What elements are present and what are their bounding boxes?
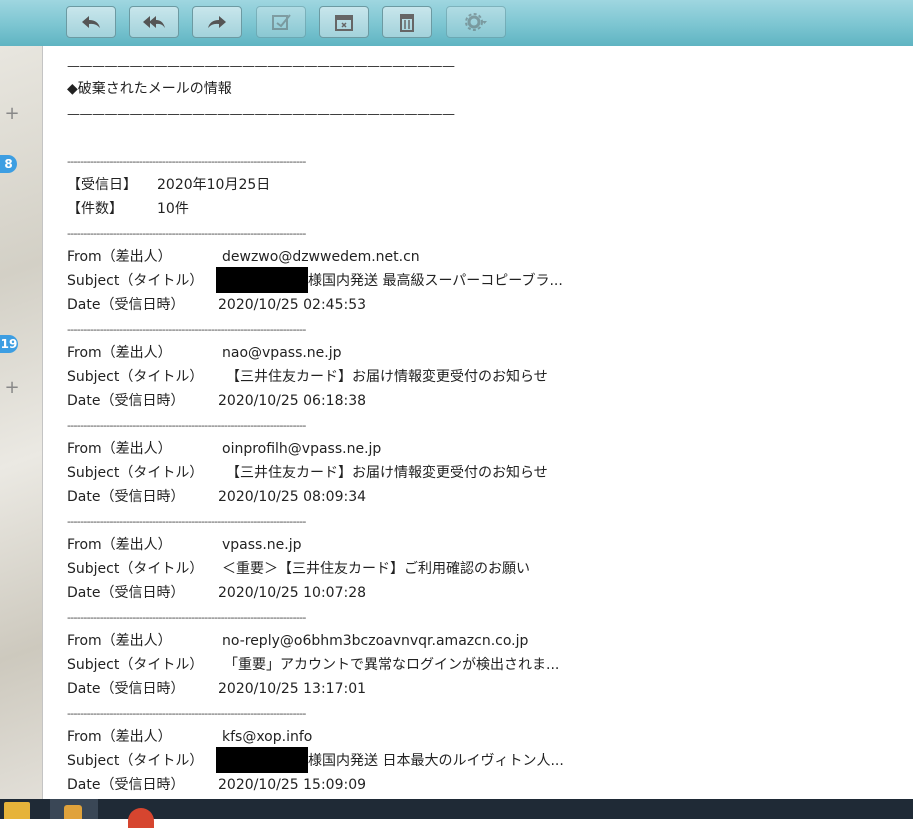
- active-app-icon[interactable]: [50, 799, 98, 819]
- unread-badge: 8: [0, 155, 17, 173]
- date-label: Date（受信日時）: [67, 681, 185, 697]
- date-value: 2020/10/25 02:45:53: [218, 297, 367, 313]
- unread-badge: 19: [0, 335, 18, 353]
- from-value: oinprofilh@vpass.ne.jp: [222, 441, 382, 457]
- separator: ----------------------------------------…: [67, 707, 306, 720]
- archive-icon: [335, 15, 353, 31]
- from-value: nao@vpass.ne.jp: [222, 345, 342, 361]
- subject-label: Subject（タイトル）: [67, 561, 204, 577]
- redaction-block: [216, 267, 308, 293]
- date-value: 2020/10/25 10:07:28: [218, 585, 367, 601]
- separator: ———————————————————————————————: [67, 59, 455, 74]
- from-label: From（差出人）: [67, 441, 172, 457]
- os-taskbar: [0, 799, 913, 828]
- redaction-block: [216, 747, 308, 773]
- subject-value: 【三井住友カード】お届け情報変更受付のお知らせ: [226, 465, 548, 481]
- received-label: 【受信日】: [67, 177, 137, 193]
- from-value: kfs@xop.info: [222, 729, 313, 745]
- browser-icon[interactable]: [128, 808, 154, 828]
- settings-button[interactable]: [446, 6, 506, 38]
- date-value: 2020/10/25 15:09:09: [218, 777, 367, 793]
- separator: ----------------------------------------…: [67, 323, 306, 336]
- edit-icon: [272, 14, 291, 30]
- separator: ----------------------------------------…: [67, 515, 306, 528]
- from-label: From（差出人）: [67, 633, 172, 649]
- folder-sidebar: + 8 19 +: [0, 46, 43, 799]
- reply-all-icon: [143, 16, 165, 28]
- message-heading: ◆破棄されたメールの情報: [67, 81, 232, 97]
- trash-icon: [400, 14, 414, 32]
- count-value: 10件: [157, 201, 189, 217]
- date-label: Date（受信日時）: [67, 777, 185, 793]
- from-label: From（差出人）: [67, 249, 172, 265]
- subject-value: 様国内発送 最高級スーパーコピーブラ...: [308, 273, 563, 289]
- expand-icon[interactable]: +: [4, 105, 20, 123]
- subject-label: Subject（タイトル）: [67, 465, 204, 481]
- expand-icon[interactable]: +: [4, 379, 20, 397]
- date-label: Date（受信日時）: [67, 297, 185, 313]
- forward-button[interactable]: [192, 6, 242, 38]
- date-value: 2020/10/25 06:18:38: [218, 393, 367, 409]
- app-glyph-icon: [64, 805, 82, 819]
- separator: ----------------------------------------…: [67, 155, 306, 168]
- reply-all-button[interactable]: [129, 6, 179, 38]
- date-value: 2020/10/25 08:09:34: [218, 489, 367, 505]
- date-value: 2020/10/25 13:17:01: [218, 681, 367, 697]
- date-label: Date（受信日時）: [67, 393, 185, 409]
- received-value: 2020年10月25日: [157, 177, 271, 193]
- subject-value: 【三井住友カード】お届け情報変更受付のお知らせ: [226, 369, 548, 385]
- archive-button[interactable]: [319, 6, 369, 38]
- subject-value: 「重要」アカウントで異常なログインが検出されま...: [224, 657, 560, 673]
- from-value: dewzwo@dzwwedem.net.cn: [222, 249, 420, 265]
- subject-value: 様国内発送 日本最大のルイヴィトン人...: [308, 753, 564, 769]
- from-label: From（差出人）: [67, 345, 172, 361]
- date-label: Date（受信日時）: [67, 489, 185, 505]
- separator: ----------------------------------------…: [67, 419, 306, 432]
- date-label: Date（受信日時）: [67, 585, 185, 601]
- count-label: 【件数】: [67, 201, 123, 217]
- message-body: ——————————————————————————————— ◆破棄されたメー…: [43, 46, 913, 799]
- from-label: From（差出人）: [67, 537, 172, 553]
- forward-icon: [208, 16, 226, 28]
- delete-button[interactable]: [382, 6, 432, 38]
- reply-button[interactable]: [66, 6, 116, 38]
- folder-icon[interactable]: [4, 802, 30, 819]
- separator: ———————————————————————————————: [67, 107, 455, 122]
- separator: ----------------------------------------…: [67, 227, 306, 240]
- subject-label: Subject（タイトル）: [67, 753, 204, 769]
- subject-label: Subject（タイトル）: [67, 369, 204, 385]
- subject-value: ＜重要＞【三井住友カード】ご利用確認のお願い: [222, 561, 530, 577]
- subject-label: Subject（タイトル）: [67, 273, 204, 289]
- separator: ----------------------------------------…: [67, 611, 306, 624]
- from-label: From（差出人）: [67, 729, 172, 745]
- edit-button[interactable]: [256, 6, 306, 38]
- subject-label: Subject（タイトル）: [67, 657, 204, 673]
- from-value: no-reply@o6bhm3bczoavnvqr.amazcn.co.jp: [222, 633, 529, 649]
- mail-toolbar: [0, 0, 913, 46]
- reply-icon: [82, 16, 100, 28]
- gear-icon: [465, 13, 487, 31]
- from-value: vpass.ne.jp: [222, 537, 302, 553]
